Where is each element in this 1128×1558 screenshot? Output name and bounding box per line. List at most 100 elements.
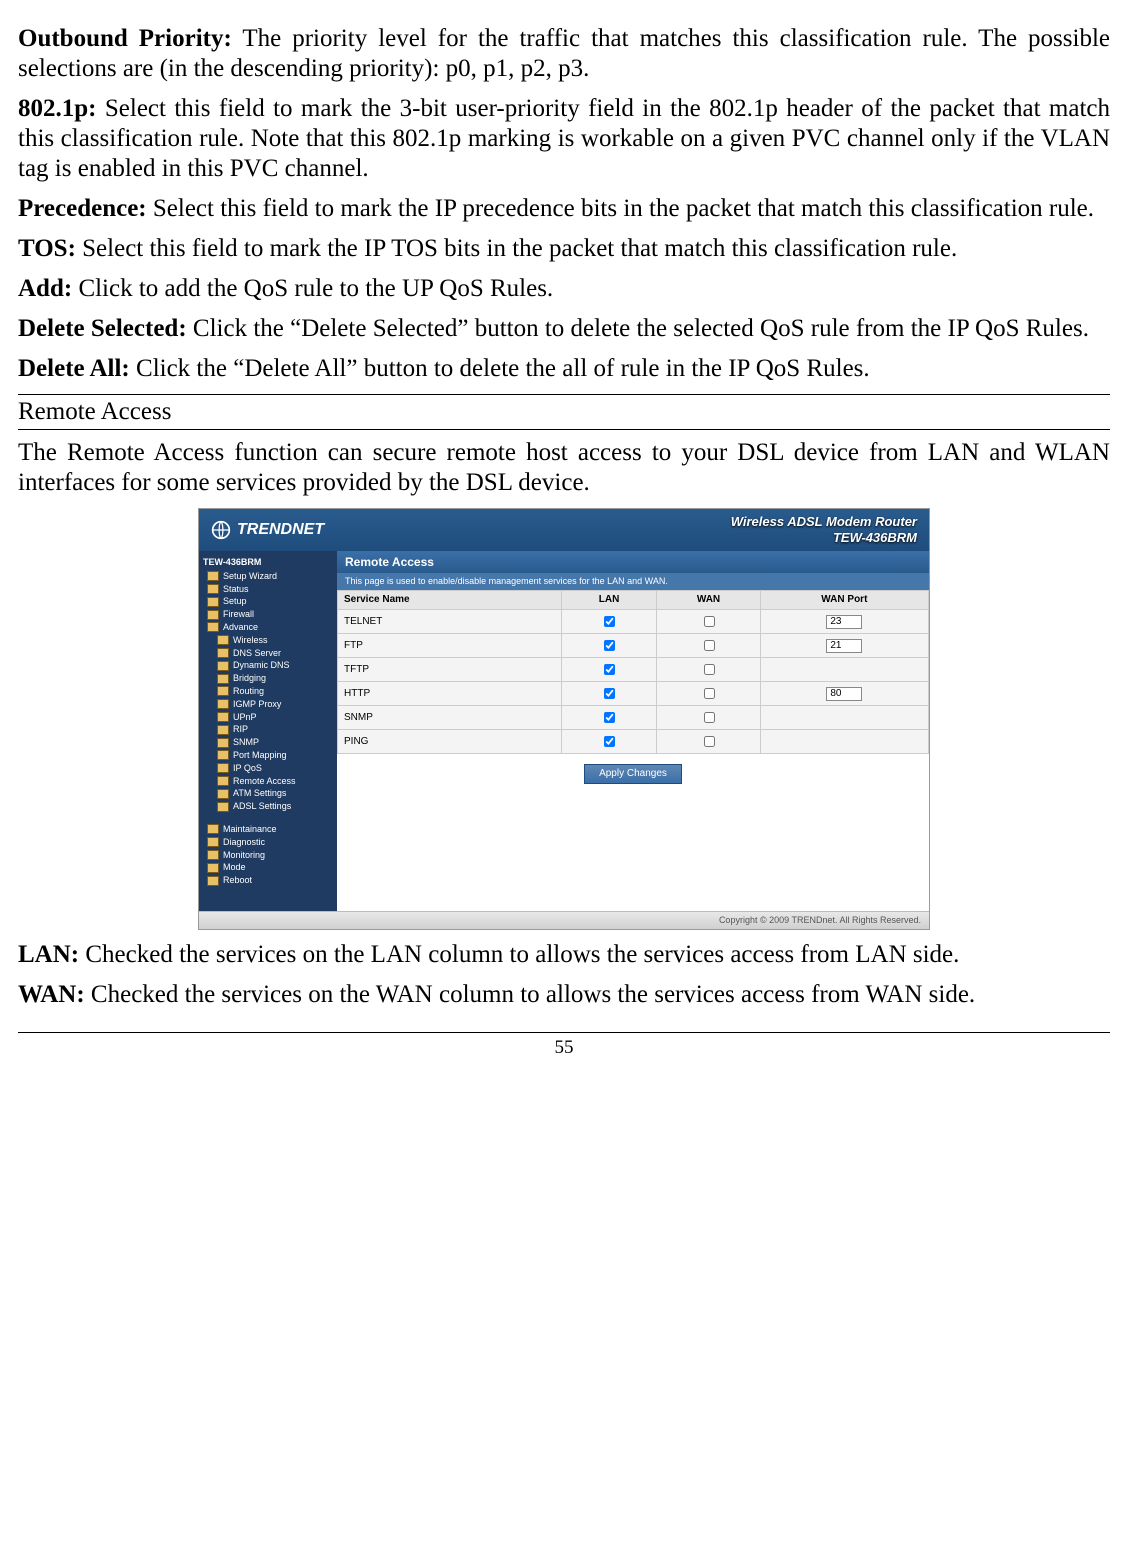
brand-name: TRENDNET <box>237 520 324 539</box>
folder-icon <box>207 876 219 886</box>
header-title: Wireless ADSL Modem Router TEW-436BRM <box>731 514 917 545</box>
sidebar-item[interactable]: Firewall <box>203 608 333 621</box>
sidebar-item-label: Setup <box>223 596 247 607</box>
lan-checkbox[interactable] <box>604 712 615 723</box>
sidebar-item[interactable]: Setup <box>203 595 333 608</box>
sidebar-item-label: Firewall <box>223 609 254 620</box>
sidebar-item[interactable]: Setup Wizard <box>203 570 333 583</box>
wan-port-input[interactable] <box>826 615 862 629</box>
wan-checkbox[interactable] <box>704 736 715 747</box>
folder-icon <box>217 712 229 722</box>
sidebar-item[interactable]: RIP <box>203 723 333 736</box>
main-panel: Remote Access This page is used to enabl… <box>337 551 929 911</box>
lan-checkbox[interactable] <box>604 640 615 651</box>
sidebar-item-label: DNS Server <box>233 648 281 659</box>
wan-port-input[interactable] <box>826 687 862 701</box>
folder-icon <box>217 776 229 786</box>
text-lan: Checked the services on the LAN column t… <box>79 941 959 968</box>
sidebar-advance-label: Advance <box>223 622 258 633</box>
sidebar-item[interactable]: Mode <box>203 861 333 874</box>
th-lan: LAN <box>561 591 657 610</box>
lan-checkbox[interactable] <box>604 664 615 675</box>
sidebar-item-label: ADSL Settings <box>233 801 291 812</box>
apply-changes-button[interactable]: Apply Changes <box>584 764 682 784</box>
folder-icon <box>207 571 219 581</box>
label-8021p: 802.1p: <box>18 95 96 122</box>
sidebar-item[interactable]: Routing <box>203 685 333 698</box>
text-tos: Select this field to mark the IP TOS bit… <box>76 235 957 262</box>
wan-checkbox[interactable] <box>704 616 715 627</box>
sidebar-item-label: IP QoS <box>233 763 262 774</box>
para-delete-all: Delete All: Click the “Delete All” butto… <box>18 354 1110 384</box>
sidebar-device-name: TEW-436BRM <box>203 557 333 568</box>
sidebar-item[interactable]: Monitoring <box>203 849 333 862</box>
wan-checkbox[interactable] <box>704 688 715 699</box>
sidebar-item-label: RIP <box>233 724 248 735</box>
folder-icon <box>217 738 229 748</box>
lan-checkbox[interactable] <box>604 688 615 699</box>
sidebar-item[interactable]: Maintainance <box>203 823 333 836</box>
cell-wan-port <box>760 610 928 634</box>
text-precedence: Select this field to mark the IP precede… <box>147 195 1094 222</box>
cell-wan-port <box>760 682 928 706</box>
sidebar-item-label: Monitoring <box>223 850 265 861</box>
folder-icon <box>217 802 229 812</box>
folder-icon <box>217 635 229 645</box>
text-delete-selected: Click the “Delete Selected” button to de… <box>187 315 1089 342</box>
sidebar-item[interactable]: UPnP <box>203 711 333 724</box>
lan-checkbox[interactable] <box>604 736 615 747</box>
para-add: Add: Click to add the QoS rule to the UP… <box>18 274 1110 304</box>
table-row: PING <box>338 730 929 754</box>
para-lan: LAN: Checked the services on the LAN col… <box>18 940 1110 970</box>
folder-icon <box>217 763 229 773</box>
folder-icon <box>207 597 219 607</box>
brand-logo: TRENDNET <box>211 520 324 540</box>
wan-port-input[interactable] <box>826 639 862 653</box>
lan-checkbox[interactable] <box>604 616 615 627</box>
text-delete-all: Click the “Delete All” button to delete … <box>130 355 870 382</box>
sidebar-item[interactable]: Wireless <box>203 634 333 647</box>
sidebar-item[interactable]: SNMP <box>203 736 333 749</box>
panel-title: Remote Access <box>337 551 929 573</box>
label-delete-selected: Delete Selected: <box>18 315 187 342</box>
sidebar-item[interactable]: ADSL Settings <box>203 800 333 813</box>
sidebar-item[interactable]: IGMP Proxy <box>203 698 333 711</box>
folder-icon <box>217 750 229 760</box>
cell-wan-port <box>760 634 928 658</box>
folder-icon <box>217 661 229 671</box>
wan-checkbox[interactable] <box>704 640 715 651</box>
wan-checkbox[interactable] <box>704 664 715 675</box>
para-remote-access-intro: The Remote Access function can secure re… <box>18 438 1110 498</box>
sidebar-item[interactable]: Dynamic DNS <box>203 659 333 672</box>
label-wan: WAN: <box>18 981 85 1008</box>
sidebar-item-advance[interactable]: Advance <box>203 621 333 634</box>
sidebar-item[interactable]: Status <box>203 583 333 596</box>
label-tos: TOS: <box>18 235 76 262</box>
para-outbound-priority: Outbound Priority: The priority level fo… <box>18 24 1110 84</box>
para-precedence: Precedence: Select this field to mark th… <box>18 194 1110 224</box>
label-precedence: Precedence: <box>18 195 147 222</box>
sidebar-item-label: Port Mapping <box>233 750 287 761</box>
folder-icon <box>217 674 229 684</box>
label-outbound-priority: Outbound Priority: <box>18 25 232 52</box>
section-heading-remote-access: Remote Access <box>18 394 1110 430</box>
table-row: FTP <box>338 634 929 658</box>
sidebar-item[interactable]: Remote Access <box>203 775 333 788</box>
wan-checkbox[interactable] <box>704 712 715 723</box>
sidebar-item[interactable]: Diagnostic <box>203 836 333 849</box>
screenshot-footer: Copyright © 2009 TRENDnet. All Rights Re… <box>199 911 929 929</box>
sidebar-item[interactable]: Bridging <box>203 672 333 685</box>
sidebar-item[interactable]: Reboot <box>203 874 333 887</box>
sidebar-item[interactable]: DNS Server <box>203 647 333 660</box>
sidebar-item[interactable]: IP QoS <box>203 762 333 775</box>
folder-icon <box>217 699 229 709</box>
sidebar-item[interactable]: ATM Settings <box>203 787 333 800</box>
folder-icon <box>217 789 229 799</box>
sidebar: TEW-436BRM Setup WizardStatusSetup Firewa… <box>199 551 337 911</box>
sidebar-item-label: Wireless <box>233 635 268 646</box>
th-wan: WAN <box>657 591 760 610</box>
cell-service-name: PING <box>338 730 562 754</box>
sidebar-item[interactable]: Port Mapping <box>203 749 333 762</box>
sidebar-item-label: Dynamic DNS <box>233 660 290 671</box>
sidebar-item-label: Setup Wizard <box>223 571 277 582</box>
